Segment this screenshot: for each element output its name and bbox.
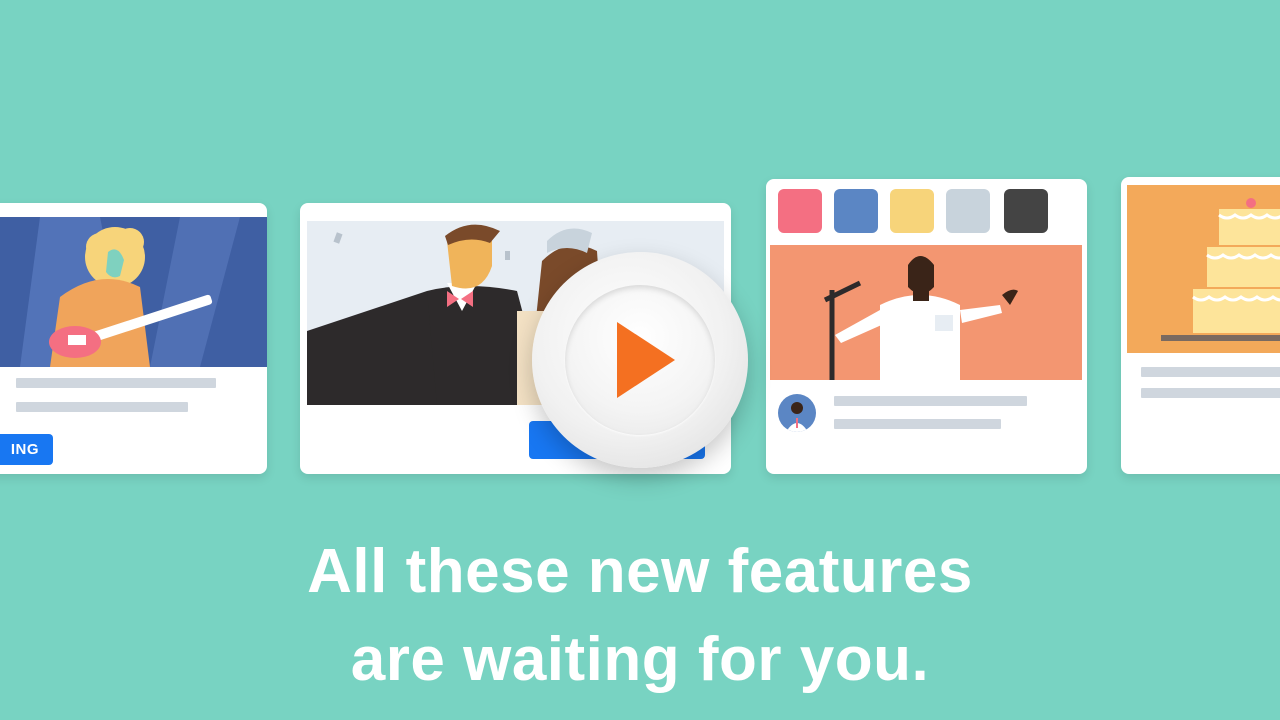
play-button-inner [565, 285, 715, 435]
caption-line-1: All these new features [307, 537, 973, 606]
card-text-line [1141, 367, 1280, 377]
concert-card[interactable]: ING [0, 203, 267, 474]
color-swatch-blue[interactable] [834, 189, 878, 233]
color-swatch-pink[interactable] [778, 189, 822, 233]
cake-card[interactable] [1121, 177, 1280, 474]
card-text-line [16, 402, 188, 412]
play-icon [617, 322, 675, 398]
play-button[interactable] [532, 252, 748, 468]
avatar[interactable] [778, 394, 816, 432]
card-text-line [834, 396, 1027, 406]
card-text-line [834, 419, 1001, 429]
guitarist-illustration [0, 217, 267, 367]
color-swatch-gray[interactable] [946, 189, 990, 233]
caption-line-2: are waiting for you. [350, 625, 930, 694]
card-text-line [1141, 388, 1280, 398]
speaker-card[interactable] [766, 179, 1087, 474]
speaker-illustration [770, 245, 1082, 380]
card-action-button[interactable]: ING [0, 434, 53, 465]
color-swatch-dark[interactable] [1004, 189, 1048, 233]
card-text-line [16, 378, 216, 388]
cake-illustration [1127, 185, 1280, 353]
color-swatch-yellow[interactable] [890, 189, 934, 233]
